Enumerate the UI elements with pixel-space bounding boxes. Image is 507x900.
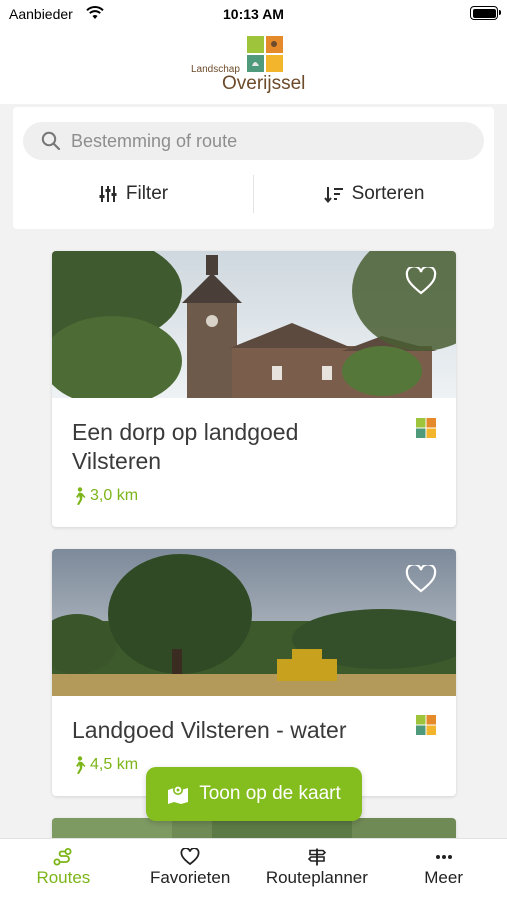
signpost-icon xyxy=(307,848,327,866)
more-icon xyxy=(435,855,452,859)
walking-icon xyxy=(76,756,86,774)
logo-text-big: Overijssel xyxy=(222,73,306,94)
tab-routes-label: Routes xyxy=(36,868,91,887)
filter-button[interactable]: Filter xyxy=(13,175,253,213)
tab-routes[interactable]: Routes xyxy=(0,839,127,900)
logo-mark-icon xyxy=(247,36,283,72)
routes-icon xyxy=(53,848,72,866)
favorite-heart-icon[interactable] xyxy=(405,267,437,295)
route-card[interactable]: Landgoed Vilsteren - water 4,5 km xyxy=(52,549,456,796)
tab-bar: Routes Favorieten Routeplanner Meer xyxy=(0,838,507,900)
search-input[interactable] xyxy=(71,130,451,152)
sort-button[interactable]: Sorteren xyxy=(254,175,494,213)
status-bar: Aanbieder 10:13 AM xyxy=(0,0,507,30)
tab-favorieten-label: Favorieten xyxy=(149,868,231,887)
sort-icon xyxy=(323,187,343,204)
filter-icon xyxy=(99,186,117,202)
distance-value: 4,5 km xyxy=(90,756,139,773)
show-on-map-label: Toon op de kaart xyxy=(199,783,341,804)
heart-icon xyxy=(180,848,200,866)
route-title: Een dorp op landgoed Vilsteren xyxy=(72,419,299,474)
show-on-map-button[interactable]: Toon op de kaart xyxy=(146,767,362,821)
distance-value: 3,0 km xyxy=(90,487,139,504)
favorite-heart-icon[interactable] xyxy=(405,565,437,593)
route-distance: 3,0 km xyxy=(72,487,138,505)
route-title: Landgoed Vilsteren - water xyxy=(72,717,347,743)
tab-meer-label: Meer xyxy=(424,868,463,887)
route-photo xyxy=(52,549,456,696)
sort-label: Sorteren xyxy=(351,183,425,204)
tab-routeplanner[interactable]: Routeplanner xyxy=(254,839,381,900)
route-card[interactable]: Een dorp op landgoed Vilsteren 3,0 km xyxy=(52,251,456,527)
search-panel: Filter Sorteren xyxy=(13,107,494,229)
search-bar[interactable] xyxy=(23,122,484,160)
clock: 10:13 AM xyxy=(223,6,284,22)
landschap-badge-icon xyxy=(416,715,436,735)
search-icon xyxy=(41,131,61,151)
walking-icon xyxy=(76,487,86,505)
route-distance: 4,5 km xyxy=(72,756,138,774)
filter-label: Filter xyxy=(125,183,169,204)
tab-favorieten[interactable]: Favorieten xyxy=(127,839,254,900)
filter-sort-row: Filter Sorteren xyxy=(13,175,494,213)
route-photo xyxy=(52,251,456,398)
map-icon xyxy=(168,785,189,804)
landschap-badge-icon xyxy=(416,418,436,438)
landschap-overijssel-logo: Landschap Overijssel xyxy=(191,36,321,98)
tab-meer[interactable]: Meer xyxy=(380,839,507,900)
app-header: Landschap Overijssel xyxy=(0,30,507,104)
tab-routeplanner-label: Routeplanner xyxy=(265,868,368,887)
battery-icon xyxy=(470,6,501,20)
